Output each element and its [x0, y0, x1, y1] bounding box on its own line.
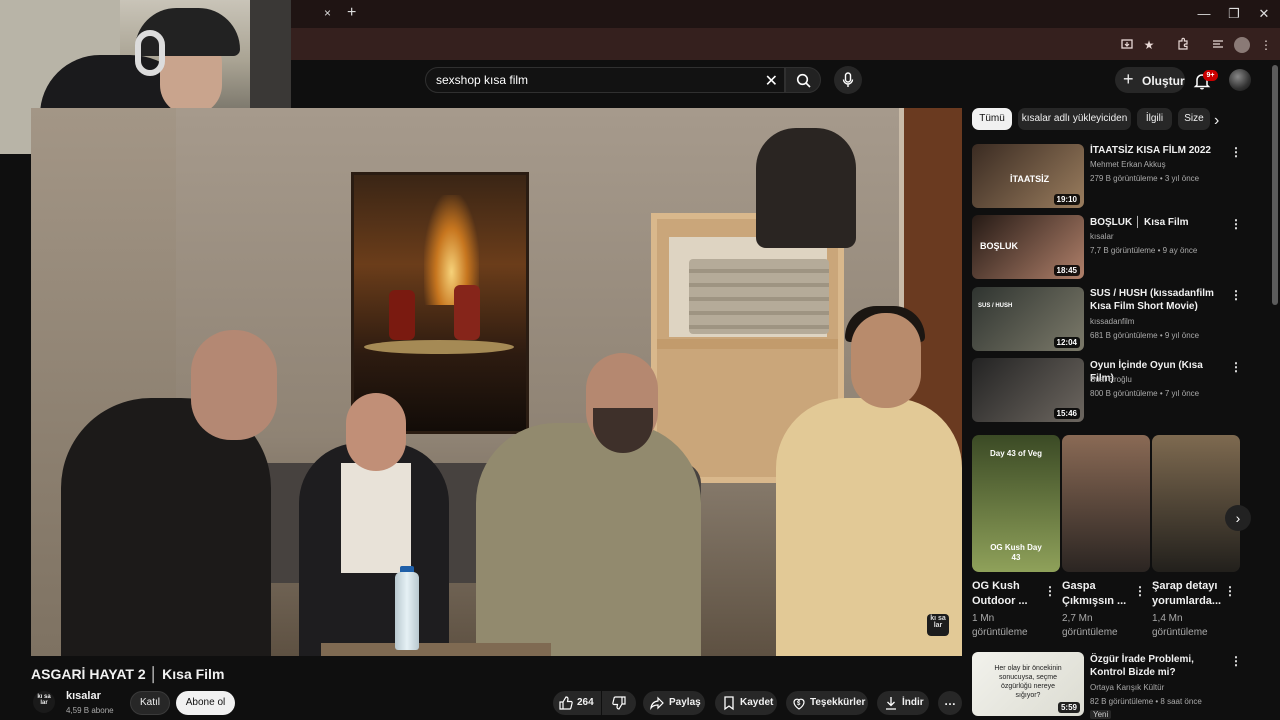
- video-player[interactable]: kı sa lar: [31, 108, 962, 656]
- window-close-icon[interactable]: ✕: [1256, 6, 1272, 22]
- short-thumbnail[interactable]: [1062, 435, 1150, 572]
- more-vertical-icon[interactable]: ⋮: [1230, 288, 1242, 302]
- video-duration: 15:46: [1053, 408, 1080, 419]
- like-button[interactable]: 264: [553, 691, 601, 715]
- subscribe-button[interactable]: Abone ol: [176, 691, 235, 715]
- channel-avatar[interactable]: kı sa lar: [33, 691, 55, 713]
- rec-channel[interactable]: Suat Eroğlu: [1090, 375, 1132, 384]
- more-vertical-icon[interactable]: ⋮: [1044, 584, 1056, 598]
- microphone-icon: [842, 72, 854, 87]
- short-views: 1,4 Mn görüntüleme: [1152, 613, 1208, 638]
- video-duration: 12:04: [1053, 337, 1080, 348]
- video-duration: 19:10: [1053, 194, 1080, 205]
- short-title[interactable]: Gaspa Çıkmışsın ...: [1062, 579, 1132, 609]
- rec-stats: 7,7 B görüntüleme • 9 ay önce: [1090, 246, 1198, 255]
- chip-for-you[interactable]: Size: [1178, 108, 1210, 130]
- chip-related[interactable]: İlgili: [1137, 108, 1172, 130]
- video-duration: 18:45: [1053, 265, 1080, 276]
- search-button[interactable]: [785, 67, 821, 93]
- shorts-next-button[interactable]: ›: [1225, 505, 1251, 531]
- clear-search-icon[interactable]: ✕: [765, 71, 778, 91]
- plus-icon: +: [1123, 69, 1134, 89]
- new-badge: Yeni: [1090, 710, 1112, 719]
- short-thumbnail[interactable]: Day 43 of Veg OG Kush Day 43: [972, 435, 1060, 572]
- more-vertical-icon[interactable]: ⋮: [1230, 217, 1242, 231]
- bookmark-icon: [724, 696, 734, 711]
- svg-text:$: $: [797, 701, 801, 707]
- account-avatar[interactable]: [1229, 69, 1251, 91]
- browser-menu-icon[interactable]: ⋮: [1258, 37, 1274, 53]
- new-tab-icon[interactable]: +: [347, 4, 356, 22]
- super-thanks-icon: $: [793, 698, 805, 710]
- rec-stats: 279 B görüntüleme • 3 yıl önce: [1090, 174, 1200, 183]
- search-icon: [796, 73, 811, 88]
- more-vertical-icon[interactable]: ⋮: [1224, 584, 1236, 598]
- rec-stats: 82 B görüntüleme • 8 saat önce: [1090, 697, 1202, 706]
- dislike-button[interactable]: [602, 691, 636, 715]
- rec-stats: 681 B görüntüleme • 9 yıl önce: [1090, 331, 1200, 340]
- more-vertical-icon[interactable]: ⋮: [1230, 654, 1242, 668]
- profile-avatar-icon[interactable]: [1234, 37, 1250, 53]
- search-box[interactable]: sexshop kısa film ✕: [425, 67, 785, 93]
- short-views: 2,7 Mn görüntüleme: [1062, 613, 1118, 638]
- short-views: 1 Mn görüntüleme: [972, 613, 1028, 638]
- rec-title[interactable]: SUS / HUSH (kıssadanfilm Kısa Film Short…: [1090, 287, 1225, 313]
- join-button[interactable]: Katıl: [130, 691, 170, 715]
- tab-close-icon[interactable]: ×: [324, 6, 331, 20]
- more-vertical-icon[interactable]: ⋮: [1134, 584, 1146, 598]
- more-actions-button[interactable]: …: [938, 691, 962, 715]
- more-horizontal-icon: …: [944, 694, 956, 708]
- restore-icon[interactable]: ❐: [1226, 6, 1242, 22]
- create-button[interactable]: + Oluştur: [1115, 67, 1185, 93]
- install-app-icon[interactable]: [1119, 37, 1135, 53]
- thumbs-up-icon: [559, 696, 573, 710]
- like-count: 264: [577, 697, 594, 708]
- voice-search-button[interactable]: [834, 66, 862, 94]
- reading-list-icon[interactable]: [1210, 37, 1226, 53]
- rec-channel[interactable]: Mehmet Erkan Akkuş: [1090, 160, 1166, 169]
- short-title[interactable]: Şarap detayı yorumlarda...: [1152, 579, 1222, 609]
- extensions-icon[interactable]: [1175, 37, 1191, 53]
- search-input[interactable]: sexshop kısa film: [436, 73, 528, 87]
- more-vertical-icon[interactable]: ⋮: [1230, 145, 1242, 159]
- rec-thumbnail[interactable]: İTAATSİZ 19:10: [972, 144, 1084, 208]
- bookmark-star-icon[interactable]: ★: [1141, 37, 1157, 53]
- rec-title[interactable]: Özgür İrade Problemi, Kontrol Bizde mi?: [1090, 653, 1225, 679]
- thanks-button[interactable]: $ Teşekkürler: [786, 691, 868, 715]
- share-button[interactable]: Paylaş: [643, 691, 705, 715]
- short-title[interactable]: OG Kush Outdoor ...: [972, 579, 1042, 609]
- rec-thumbnail[interactable]: Her olay bir öncekinin sonucuysa, seçme …: [972, 652, 1084, 716]
- download-button[interactable]: İndir: [877, 691, 929, 715]
- notification-count-badge: 9+: [1203, 70, 1218, 81]
- subscriber-count: 4,59 B abone: [66, 706, 114, 715]
- minimize-icon[interactable]: —: [1196, 6, 1212, 22]
- rec-title[interactable]: İTAATSİZ KISA FİLM 2022: [1090, 144, 1225, 157]
- short-thumbnail[interactable]: [1152, 435, 1240, 572]
- rec-channel[interactable]: kıssadanfilm: [1090, 317, 1134, 326]
- video-title: ASGARİ HAYAT 2 │ Kısa Film: [31, 666, 225, 682]
- rec-title[interactable]: BOŞLUK │ Kısa Film: [1090, 216, 1225, 229]
- rec-channel[interactable]: Ortaya Karışık Kültür: [1090, 683, 1164, 692]
- save-button[interactable]: Kaydet: [715, 691, 777, 715]
- rec-stats: 800 B görüntüleme • 7 yıl önce: [1090, 389, 1200, 398]
- chip-all[interactable]: Tümü: [972, 108, 1012, 130]
- channel-watermark[interactable]: kı sa lar: [927, 614, 949, 636]
- rec-thumbnail[interactable]: 15:46: [972, 358, 1084, 422]
- rec-thumbnail[interactable]: SUS / HUSH 12:04: [972, 287, 1084, 351]
- more-vertical-icon[interactable]: ⋮: [1230, 360, 1242, 374]
- page-scrollbar[interactable]: [1272, 65, 1278, 305]
- rec-channel[interactable]: kısalar: [1090, 232, 1114, 241]
- download-icon: [886, 697, 896, 710]
- chevron-right-icon[interactable]: ›: [1214, 112, 1219, 130]
- thumbs-down-icon: [612, 696, 626, 710]
- chip-from-uploader[interactable]: kısalar adlı yükleyiciden: [1018, 108, 1131, 130]
- channel-name[interactable]: kısalar: [66, 690, 101, 702]
- rec-thumbnail[interactable]: BOŞLUK 18:45: [972, 215, 1084, 279]
- video-duration: 5:59: [1057, 702, 1080, 713]
- share-icon: [650, 696, 664, 711]
